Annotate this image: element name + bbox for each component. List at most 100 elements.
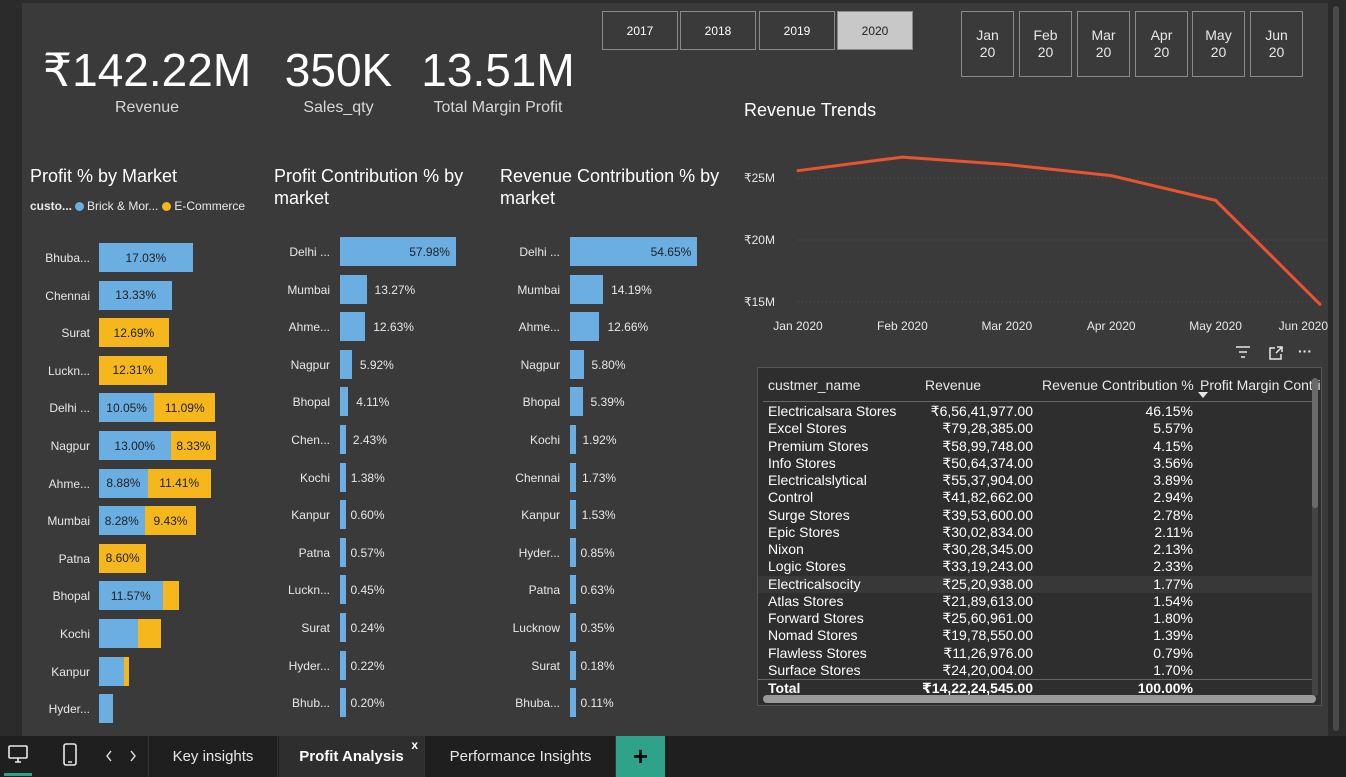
bar-segment-brick[interactable]: 8.88%	[99, 468, 148, 498]
filter-icon[interactable]	[1235, 345, 1251, 362]
page-scrollbar[interactable]	[1328, 0, 1346, 736]
table-row[interactable]: Excel Stores ₹79,28,385.00 5.57%	[758, 420, 1313, 437]
table-row[interactable]: Electricalslytical ₹55,37,904.00 3.89%	[758, 472, 1313, 489]
legend-item-ecommerce[interactable]: E-Commerce	[174, 199, 245, 213]
bar[interactable]	[340, 312, 366, 342]
table-row[interactable]: Electricalsara Stores ₹6,56,41,977.00 46.1…	[758, 403, 1313, 420]
bar-segment-ecommerce[interactable]: 12.31%	[99, 355, 167, 385]
bar[interactable]	[340, 650, 346, 680]
bar[interactable]	[340, 387, 349, 417]
month-button-mar[interactable]: Mar 20	[1077, 11, 1130, 77]
more-options-icon[interactable]: ···	[1298, 343, 1312, 359]
col-header-customer[interactable]: custmer_name	[768, 377, 861, 393]
bar[interactable]	[340, 613, 346, 642]
bar-segment-ecommerce[interactable]: 12.69%	[99, 318, 169, 348]
year-button-2018[interactable]: 2018	[680, 11, 756, 50]
y-axis-label: Chennai	[515, 470, 560, 485]
table-row[interactable]: Nomad Stores ₹19,78,550.00 1.39%	[758, 627, 1313, 644]
focus-mode-icon[interactable]	[1268, 345, 1284, 364]
bar-segment-ecommerce[interactable]: 11.41%	[147, 468, 211, 498]
bar-segment-brick[interactable]: 11.57%	[99, 581, 163, 611]
bar[interactable]	[570, 613, 576, 642]
col-header-profit-margin[interactable]: Profit Margin Contri	[1200, 377, 1321, 393]
table-row[interactable]: Electricalsocity ₹25,20,938.00 1.77%	[758, 575, 1313, 593]
month-button-jun[interactable]: Jun 20	[1250, 11, 1303, 77]
month-button-may[interactable]: May 20	[1192, 11, 1245, 77]
legend-item-brick[interactable]: Brick & Mor...	[87, 199, 158, 213]
bar[interactable]	[340, 500, 346, 530]
table-row[interactable]: Control ₹41,82,662.00 2.94%	[758, 489, 1313, 506]
table-row[interactable]: Epic Stores ₹30,02,834.00 2.11%	[758, 524, 1313, 541]
table-row[interactable]: Nixon ₹30,28,345.00 2.13%	[758, 541, 1313, 558]
bar-segment-brick[interactable]: 13.33%	[99, 280, 173, 310]
next-page-icon[interactable]	[128, 749, 138, 768]
bar-segment-ecommerce[interactable]: 11.09%	[154, 393, 216, 423]
table-row[interactable]: Surge Stores ₹39,53,600.00 2.78%	[758, 507, 1313, 524]
month-button-feb[interactable]: Feb 20	[1019, 11, 1072, 77]
bar[interactable]	[570, 462, 576, 492]
bar[interactable]	[570, 537, 576, 567]
bar-segment-ecommerce[interactable]	[124, 656, 129, 686]
desktop-view-icon[interactable]	[7, 743, 29, 770]
bar[interactable]	[570, 688, 576, 718]
close-tab-icon[interactable]: x	[411, 738, 418, 752]
table-row[interactable]: Forward Stores ₹25,60,961.00 1.80%	[758, 610, 1313, 627]
bar-segment-brick[interactable]: 10.05%	[99, 393, 155, 423]
sort-desc-icon[interactable]	[1198, 392, 1208, 398]
bar[interactable]	[340, 462, 346, 492]
table-row[interactable]: Premium Stores ₹58,99,748.00 4.15%	[758, 438, 1313, 455]
bar[interactable]	[340, 688, 346, 718]
month-button-jan[interactable]: Jan 20	[961, 11, 1014, 77]
month-button-apr[interactable]: Apr 20	[1135, 11, 1188, 77]
bar[interactable]: 54.65%	[570, 237, 698, 266]
tab-performance-insights[interactable]: Performance Insights	[426, 736, 616, 777]
table-row[interactable]: Atlas Stores ₹21,89,613.00 1.54%	[758, 593, 1313, 610]
bar[interactable]	[570, 500, 576, 530]
add-page-button[interactable]: +	[616, 736, 665, 777]
bar[interactable]	[570, 349, 584, 379]
bar[interactable]	[340, 537, 346, 567]
tab-key-insights[interactable]: Key insights	[148, 736, 278, 777]
bar[interactable]	[340, 349, 352, 379]
bar-segment-brick[interactable]	[99, 619, 138, 648]
table-row[interactable]: Logic Stores ₹33,19,243.00 2.33%	[758, 558, 1313, 575]
bar[interactable]	[570, 274, 604, 304]
bar[interactable]	[570, 312, 600, 342]
bar-segment-brick[interactable]	[99, 656, 125, 686]
page-scroll-thumb[interactable]	[1333, 6, 1339, 731]
bar[interactable]	[570, 387, 583, 417]
bar-segment-brick[interactable]: 13.00%	[99, 431, 171, 460]
year-button-2020[interactable]: 2020	[837, 11, 913, 50]
table-row[interactable]: Info Stores ₹50,64,374.00 3.56%	[758, 455, 1313, 472]
table-row[interactable]: Surface Stores ₹24,20,004.00 1.70%	[758, 662, 1313, 679]
bar[interactable]	[340, 274, 367, 304]
bar[interactable]	[340, 425, 346, 454]
bar[interactable]	[340, 575, 346, 605]
y-axis-label: Luckn...	[287, 583, 330, 598]
prev-page-icon[interactable]	[104, 749, 114, 768]
bar-segment-ecommerce[interactable]: 8.33%	[170, 431, 217, 460]
year-button-2019[interactable]: 2019	[759, 11, 835, 50]
bar-segment-ecommerce[interactable]	[162, 581, 180, 611]
bar-segment-ecommerce[interactable]: 9.43%	[144, 506, 197, 536]
col-header-revenue[interactable]: Revenue	[925, 377, 981, 393]
scroll-thumb[interactable]	[1312, 378, 1318, 508]
bar[interactable]: 57.98%	[340, 237, 456, 266]
bar[interactable]	[570, 650, 576, 680]
year-button-2017[interactable]: 2017	[602, 11, 678, 50]
bar-segment-brick[interactable]	[99, 694, 113, 724]
table-vertical-scrollbar[interactable]	[1312, 378, 1318, 696]
cell-customer-name: Surface Stores	[768, 661, 861, 678]
mobile-view-icon[interactable]	[62, 743, 78, 772]
bar-segment-ecommerce[interactable]: 8.60%	[99, 543, 147, 573]
bar[interactable]	[570, 425, 576, 454]
bar-segment-brick[interactable]: 17.03%	[99, 243, 193, 272]
cell-revenue-contribution: 5.57%	[1153, 420, 1193, 437]
table-row[interactable]: Flawless Stores ₹11,26,976.00 0.79%	[758, 645, 1313, 662]
table-horizontal-scrollbar[interactable]	[763, 695, 1316, 703]
bar-segment-ecommerce[interactable]	[137, 619, 161, 648]
col-header-revenue-contribution[interactable]: Revenue Contribution %	[1042, 377, 1194, 393]
bar-segment-brick[interactable]: 8.28%	[99, 506, 145, 536]
bar[interactable]	[570, 575, 576, 605]
tab-profit-analysis[interactable]: Profit Analysis x	[279, 736, 425, 777]
